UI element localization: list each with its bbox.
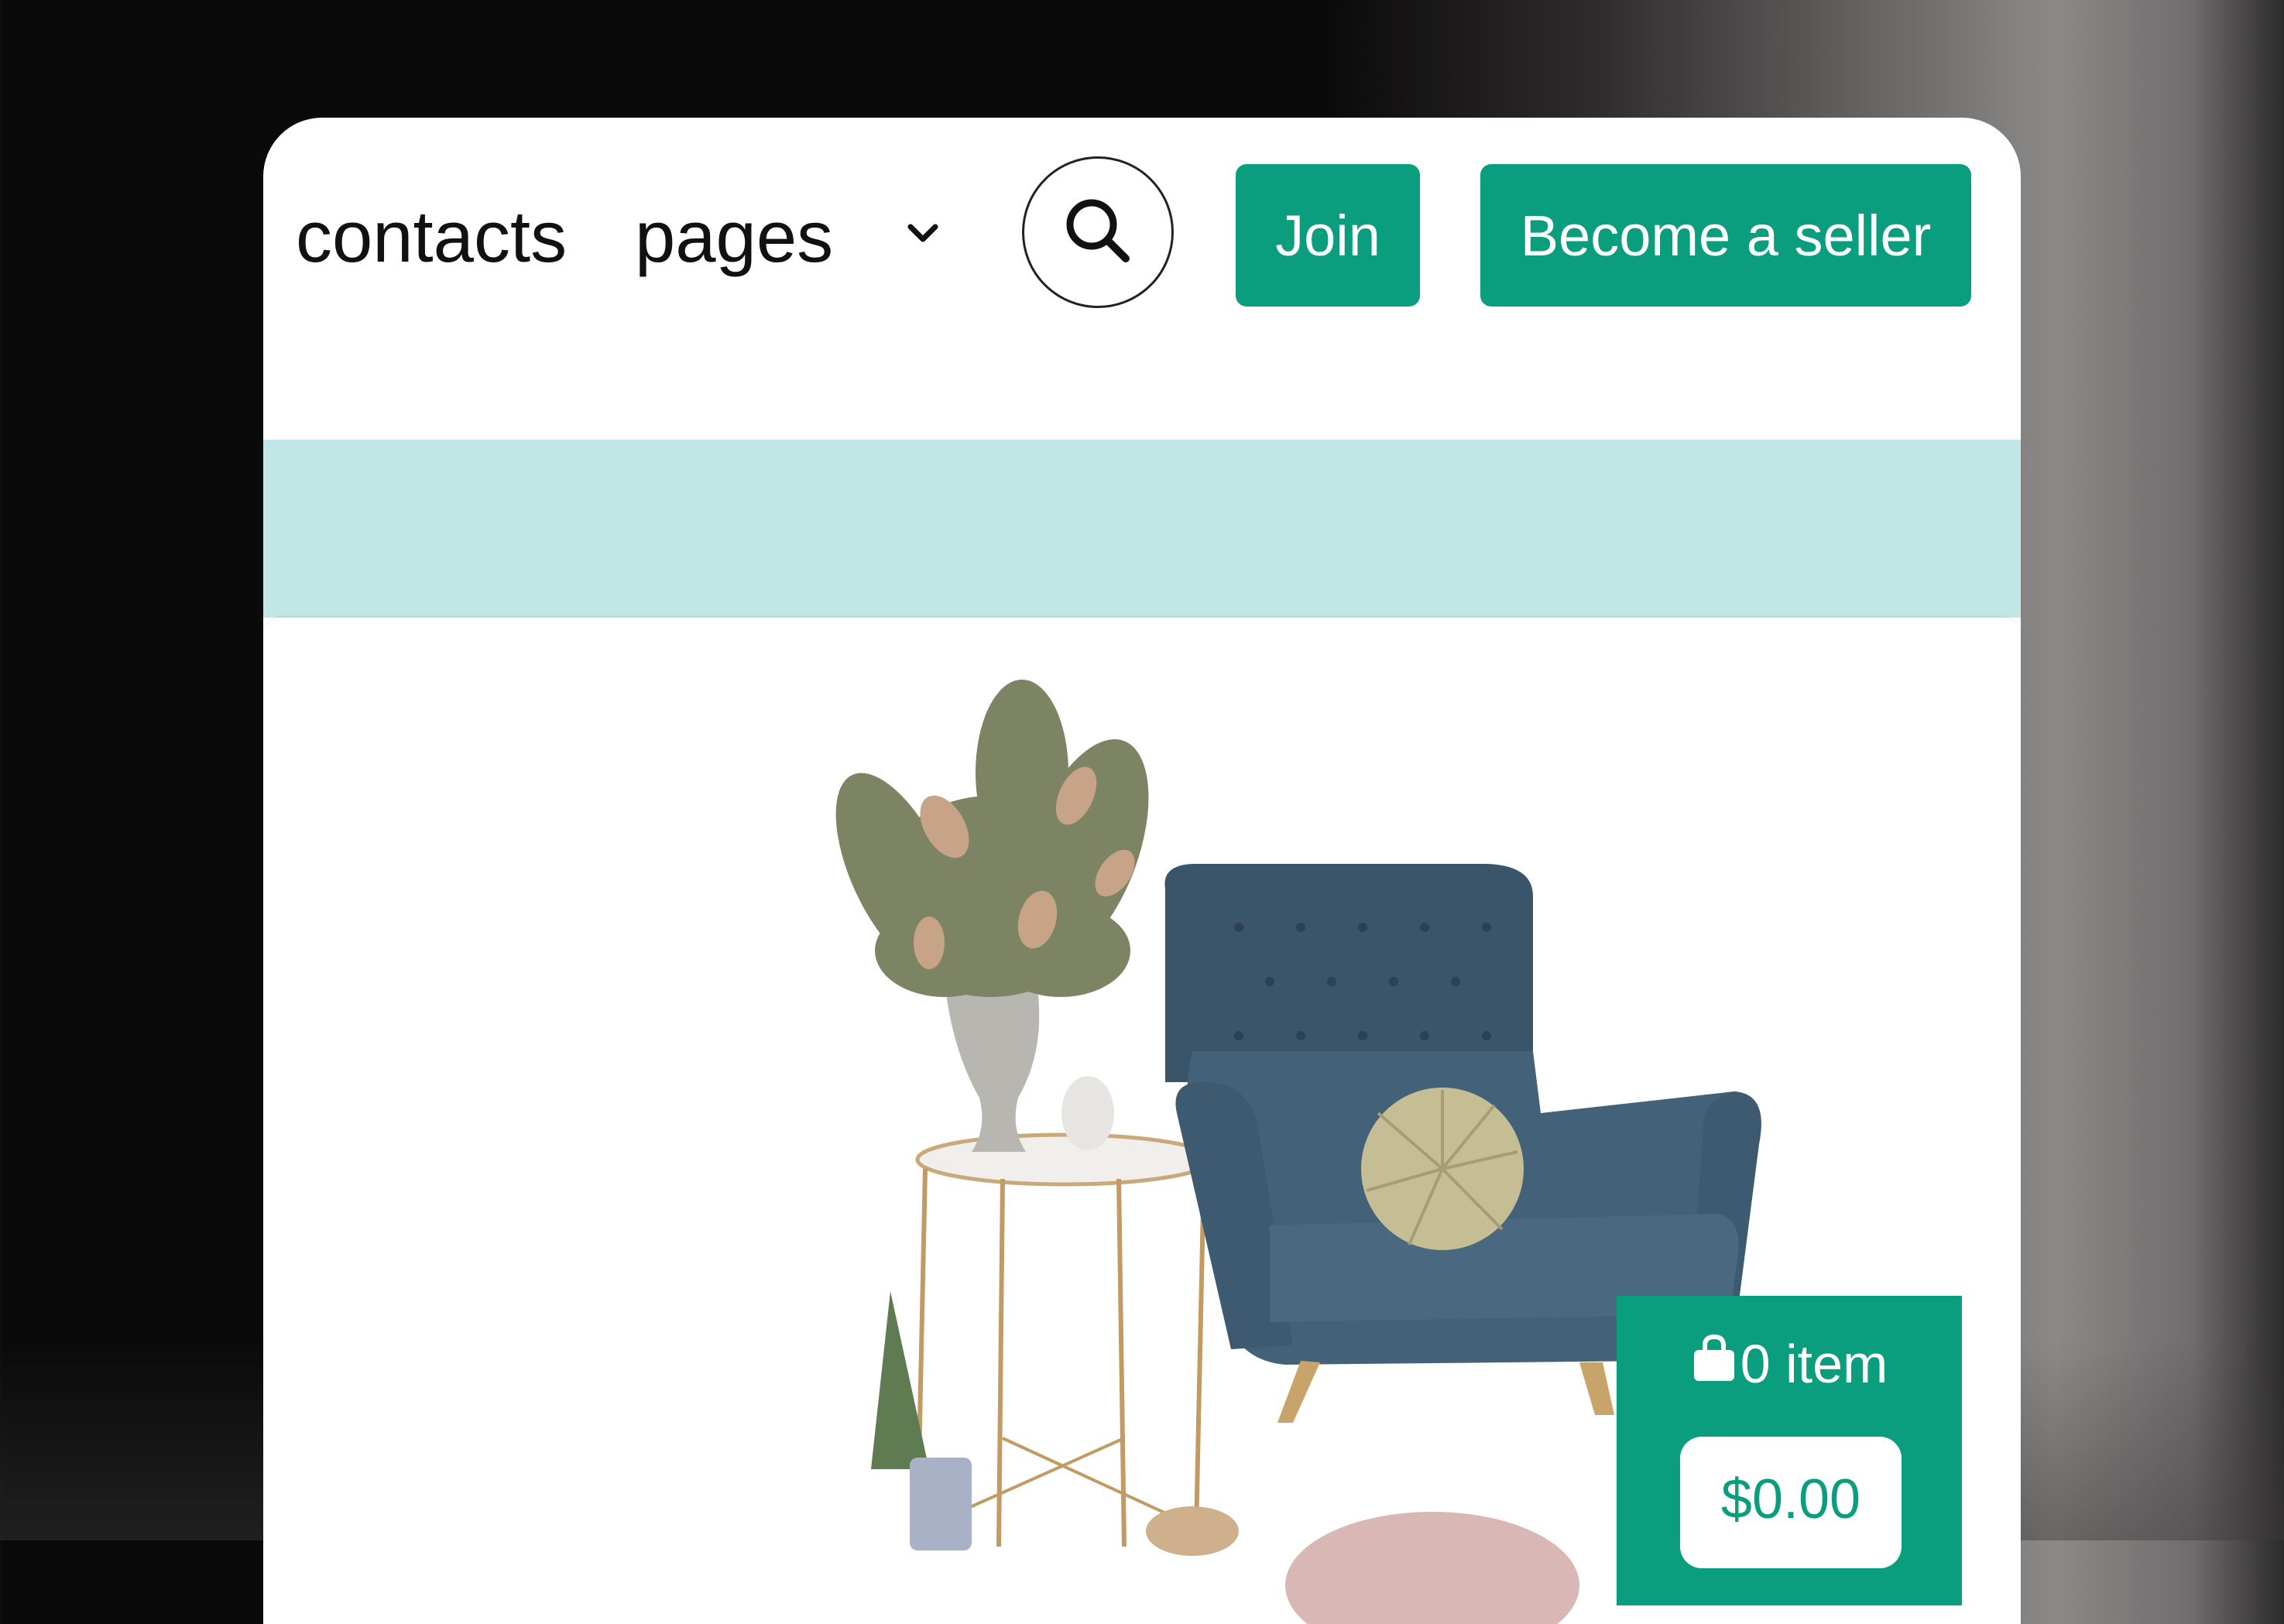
cart-summary: 0 item xyxy=(1617,1333,1962,1395)
cart-total: $0.00 xyxy=(1680,1437,1902,1568)
shopping-bag-icon xyxy=(1691,1333,1737,1395)
nav-link-pages[interactable]: pages xyxy=(635,195,833,279)
search-button[interactable] xyxy=(1022,156,1174,308)
join-button[interactable]: Join xyxy=(1236,164,1420,307)
chevron-down-icon[interactable] xyxy=(906,221,940,247)
search-icon xyxy=(1059,192,1137,273)
cart-item-count: 0 item xyxy=(1740,1334,1888,1394)
become-seller-button[interactable]: Become a seller xyxy=(1480,164,1971,307)
mini-cart[interactable]: 0 item $0.00 xyxy=(1617,1296,1962,1605)
nav-link-contacts[interactable]: contacts xyxy=(296,195,567,279)
promo-band xyxy=(263,440,2021,618)
